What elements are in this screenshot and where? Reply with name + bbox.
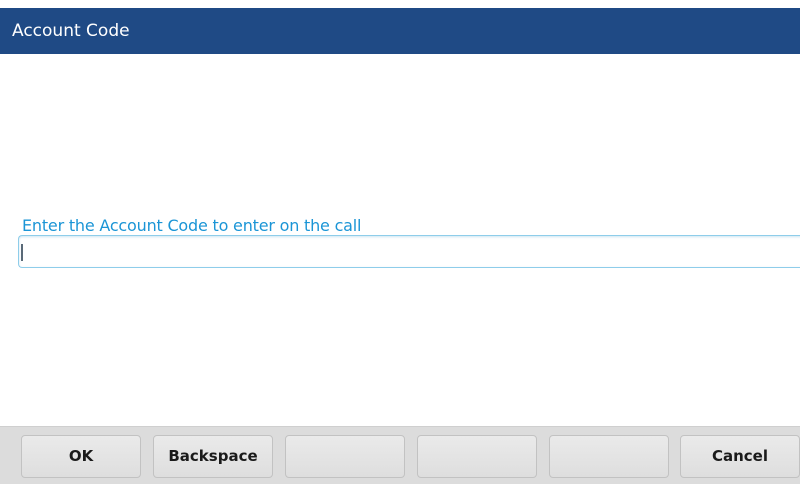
- cancel-button[interactable]: Cancel: [680, 435, 800, 478]
- text-cursor: [21, 244, 23, 261]
- softkey-4[interactable]: [417, 435, 537, 478]
- account-code-screen: Account Code Enter the Account Code to e…: [0, 0, 800, 484]
- page-title: Account Code: [12, 21, 130, 41]
- softkey-5[interactable]: [549, 435, 669, 478]
- account-code-input[interactable]: [18, 235, 800, 268]
- ok-button[interactable]: OK: [21, 435, 141, 478]
- softkey-bar: OK Backspace Cancel: [0, 426, 800, 484]
- softkey-3[interactable]: [285, 435, 405, 478]
- backspace-button[interactable]: Backspace: [153, 435, 273, 478]
- title-bar: Account Code: [0, 8, 800, 54]
- account-code-prompt: Enter the Account Code to enter on the c…: [22, 216, 362, 235]
